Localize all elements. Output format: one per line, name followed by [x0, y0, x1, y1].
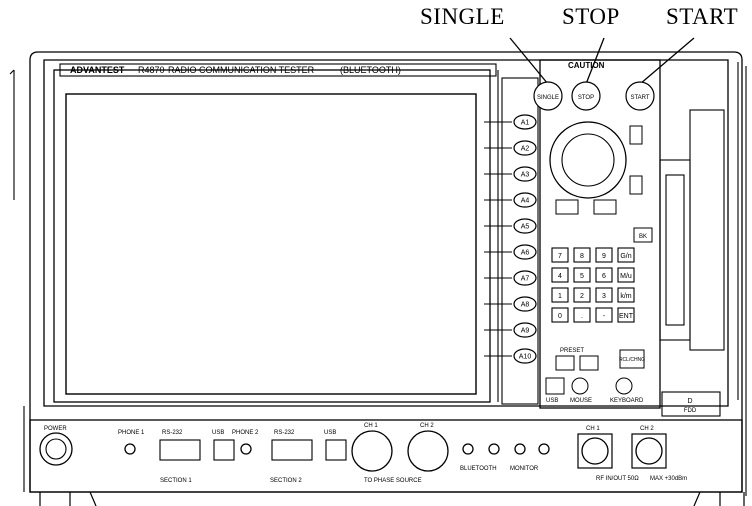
svg-text:SINGLE: SINGLE [537, 95, 559, 101]
floppy-bay [659, 159, 691, 341]
audio-connector-ch2 [407, 430, 449, 472]
usb-front-port[interactable] [545, 377, 565, 395]
phone-jack-1 [124, 443, 136, 455]
keypad-key-label: 1 [558, 293, 562, 300]
up-arrow-key[interactable] [629, 125, 643, 145]
bt-jack-2 [488, 443, 500, 455]
keypad-key-label: M/u [620, 273, 632, 280]
keypad-key-label: 5 [580, 273, 584, 280]
svg-text:ADVANTEST: ADVANTEST [70, 65, 125, 75]
outer-frame [29, 51, 743, 493]
rs232-port-1 [159, 439, 201, 461]
svg-text:CH 1: CH 1 [364, 423, 378, 429]
upper-panel [43, 59, 729, 407]
header-text: ADVANTEST R4870 RADIO COMMUNICATION TEST… [70, 65, 401, 75]
caution-label: CAUTION [568, 61, 605, 70]
keypad-key-label: ENT [619, 313, 634, 320]
rf-port-ch2 [631, 433, 667, 469]
instrument-front-panel-drawing: SINGLE STOP START ADVANTEST R4870 RADIO … [0, 0, 752, 506]
power-label: POWER [44, 426, 67, 432]
svg-text:STOP: STOP [578, 95, 594, 101]
svg-text:PHONE 2: PHONE 2 [232, 430, 259, 436]
keypad-key-label: 4 [558, 273, 562, 280]
softkey-label: A3 [521, 172, 530, 179]
rotary-knob[interactable] [549, 121, 627, 199]
usb-port-2 [325, 439, 347, 461]
svg-text:RCL/CHNG: RCL/CHNG [619, 357, 645, 363]
softkey-label: A10 [519, 354, 532, 361]
svg-text:BLUETOOTH: BLUETOOTH [460, 466, 497, 472]
keypad: 7 8 9 G/n 4 5 6 M/u 1 2 3 k/m 0. - ENT [551, 247, 635, 323]
rf-port-ch1 [577, 433, 613, 469]
keypad-key-label: 8 [580, 253, 584, 260]
preset-label: PRESET [560, 348, 584, 354]
svg-text:USB: USB [212, 430, 224, 436]
keypad-key-label: 9 [602, 253, 606, 260]
svg-text:MOUSE: MOUSE [570, 398, 592, 404]
svg-text:SECTION 2: SECTION 2 [270, 478, 302, 484]
preset-key-2[interactable] [579, 355, 599, 371]
svg-text:USB: USB [546, 398, 558, 404]
svg-text:USB: USB [324, 430, 336, 436]
preset-key-1[interactable] [555, 355, 575, 371]
softkey-label: A2 [521, 146, 530, 153]
keypad-key-label: 0 [558, 313, 562, 320]
left-arrow-key[interactable] [555, 199, 579, 215]
svg-text:MAX +30dBm: MAX +30dBm [650, 476, 687, 482]
svg-text:SECTION 1: SECTION 1 [160, 478, 192, 484]
leader-line-single [509, 37, 549, 85]
floppy-sublabel: FDD [684, 408, 697, 414]
keypad-key-label: 7 [558, 253, 562, 260]
phone-jack-2 [240, 443, 252, 455]
keypad-key-label: k/m [620, 293, 631, 300]
audio-connector-ch1 [351, 430, 393, 472]
svg-text:BK: BK [639, 234, 647, 240]
svg-text:CH 2: CH 2 [640, 426, 654, 432]
softkey-label: A4 [521, 198, 530, 205]
right-arrow-key[interactable] [593, 199, 617, 215]
svg-text:START: START [630, 95, 649, 101]
svg-text:CH 2: CH 2 [420, 423, 434, 429]
keypad-key-label: . [581, 313, 583, 320]
softkey-label: A1 [521, 120, 530, 127]
svg-text:(BLUETOOTH): (BLUETOOTH) [340, 65, 401, 75]
keyboard-port[interactable] [615, 377, 633, 395]
power-knob [39, 432, 73, 466]
mouse-port[interactable] [571, 377, 589, 395]
right-bay [689, 109, 725, 351]
keypad-key-label: G/n [620, 253, 631, 260]
softkey-label: A9 [521, 328, 530, 335]
display-bezel [53, 69, 491, 403]
svg-text:RS-232: RS-232 [162, 430, 183, 436]
svg-text:RADIO COMMUNICATION TESTER: RADIO COMMUNICATION TESTER [168, 65, 315, 75]
softkey-label: A7 [521, 276, 530, 283]
lcd-screen [65, 93, 477, 395]
softkey-label: A8 [521, 302, 530, 309]
floppy-label: D [687, 398, 692, 405]
softkey-group: A1 A2 A3 A4 A5 A6 A7 A8 A9 A10 [484, 114, 537, 364]
panel-svg: ADVANTEST R4870 RADIO COMMUNICATION TEST… [9, 37, 747, 506]
svg-text:RS-232: RS-232 [274, 430, 295, 436]
svg-text:TO PHASE SOURCE: TO PHASE SOURCE [364, 478, 422, 484]
keypad-key-label: 2 [580, 293, 584, 300]
svg-text:PHONE 1: PHONE 1 [118, 430, 145, 436]
floppy-slot [665, 174, 685, 326]
rs232-port-2 [271, 439, 313, 461]
svg-text:RF IN/OUT 50Ω: RF IN/OUT 50Ω [596, 476, 639, 482]
monitor-jack-2 [538, 443, 550, 455]
keypad-key-label: 3 [602, 293, 606, 300]
softkey-label: A5 [521, 224, 530, 231]
leader-line-start [639, 37, 695, 85]
svg-text:KEYBOARD: KEYBOARD [610, 398, 644, 404]
keypad-key-label: - [603, 313, 606, 320]
svg-text:CH 1: CH 1 [586, 426, 600, 432]
down-arrow-key[interactable] [629, 175, 643, 195]
usb-port-1 [213, 439, 235, 461]
svg-text:R4870: R4870 [138, 65, 165, 75]
bt-jack-1 [462, 443, 474, 455]
svg-text:MONITOR: MONITOR [510, 466, 539, 472]
keypad-key-label: 6 [602, 273, 606, 280]
softkey-label: A6 [521, 250, 530, 257]
monitor-jack-1 [514, 443, 526, 455]
